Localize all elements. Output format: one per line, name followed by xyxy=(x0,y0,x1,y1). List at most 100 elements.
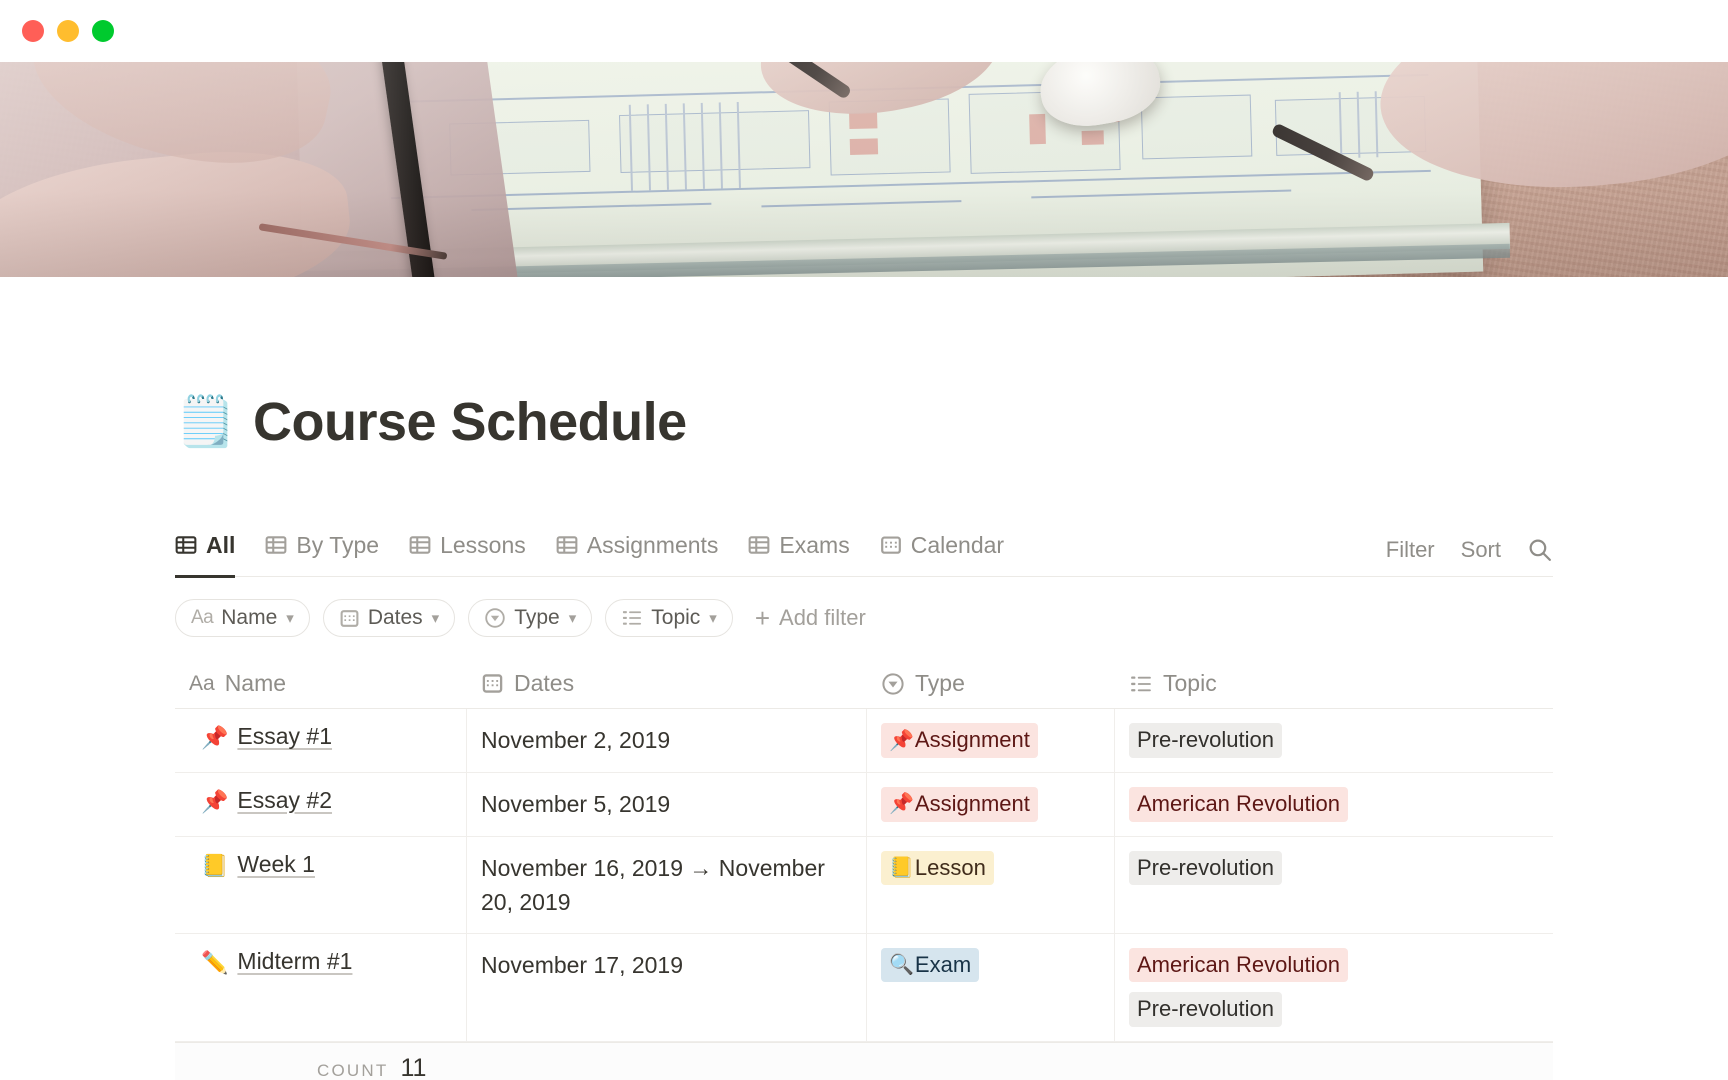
plus-icon: + xyxy=(754,603,771,634)
filter-chip-label: Topic xyxy=(651,606,701,630)
cell-dates[interactable]: November 17, 2019 xyxy=(467,933,867,1041)
table-icon xyxy=(556,534,578,556)
cell-type[interactable]: 📌 Assignment xyxy=(867,709,1115,772)
text-aa-icon: Aa xyxy=(189,671,215,695)
tab-label: Exams xyxy=(779,531,850,558)
table-row[interactable]: ✏️ Midterm #1 November 17, 2019 🔍 Exam A… xyxy=(175,933,1553,1042)
cell-type[interactable]: 📌 Assignment xyxy=(867,772,1115,836)
cell-name[interactable]: 📌 Essay #1 xyxy=(175,709,467,772)
cell-topic[interactable]: American Revolution xyxy=(1115,773,1553,836)
calendar-icon xyxy=(339,608,360,629)
text-aa-icon: Aa xyxy=(191,607,214,629)
column-header-type[interactable]: Type xyxy=(867,659,1115,708)
select-icon xyxy=(484,607,506,629)
type-tag: 📒 Lesson xyxy=(881,850,994,886)
column-header-name[interactable]: Aa Name xyxy=(175,659,467,708)
table-header-row: Aa Name Dates Type Topic xyxy=(175,659,1553,710)
add-filter-label: Add filter xyxy=(779,605,866,631)
date-value: November 5, 2019 xyxy=(481,790,671,817)
cell-dates[interactable]: November 16, 2019 → November 20, 2019 xyxy=(467,836,867,933)
date-value: November 2, 2019 xyxy=(481,727,671,754)
tab-label: All xyxy=(206,531,236,558)
date-value: November 17, 2019 xyxy=(481,951,684,978)
minimize-window-button[interactable] xyxy=(57,20,79,42)
topic-tag: American Revolution xyxy=(1129,786,1348,822)
filter-chip-topic[interactable]: Topic ▾ xyxy=(605,599,733,638)
tab-exams[interactable]: Exams xyxy=(748,525,850,576)
topic-tag: Pre-revolution xyxy=(1129,850,1282,886)
multi-select-icon xyxy=(1129,672,1153,696)
type-tag-label: Assignment xyxy=(914,727,1030,753)
ledger-icon: 📒 xyxy=(201,852,229,878)
tab-list: All By Type Lessons Assignments Exams Ca… xyxy=(175,525,1004,578)
cell-name[interactable]: 📌 Essay #2 xyxy=(175,772,467,836)
tab-all[interactable]: All xyxy=(175,525,236,578)
close-window-button[interactable] xyxy=(22,20,44,42)
cell-dates[interactable]: November 5, 2019 xyxy=(467,772,867,836)
pushpin-icon: 📌 xyxy=(889,729,914,752)
cell-type[interactable]: 🔍 Exam xyxy=(867,933,1115,1041)
cell-name[interactable]: ✏️ Midterm #1 xyxy=(175,933,467,1041)
tab-calendar[interactable]: Calendar xyxy=(880,525,1004,576)
select-icon xyxy=(881,672,905,696)
tab-assignments[interactable]: Assignments xyxy=(556,525,719,576)
type-tag-label: Exam xyxy=(914,951,972,977)
cell-topic[interactable]: Pre-revolution xyxy=(1115,709,1553,772)
cell-topic[interactable]: Pre-revolution xyxy=(1115,837,1553,933)
cell-name[interactable]: 📒 Week 1 xyxy=(175,836,467,933)
cell-type[interactable]: 📒 Lesson xyxy=(867,836,1115,933)
table-icon xyxy=(175,534,197,556)
magnifier-icon: 🔍 xyxy=(889,953,914,976)
tab-label: Assignments xyxy=(586,531,719,558)
table-row[interactable]: 📒 Week 1 November 16, 2019 → November 20… xyxy=(175,836,1553,934)
count-value: 11 xyxy=(400,1053,427,1080)
type-tag-label: Lesson xyxy=(914,854,986,880)
spiral-calendar-icon[interactable]: 🗒️ xyxy=(175,397,236,447)
chevron-down-icon: ▾ xyxy=(709,610,717,628)
page-body: 🗒️ Course Schedule All By Type Lessons A… xyxy=(0,355,1728,1080)
chevron-down-icon: ▾ xyxy=(431,610,440,628)
chevron-down-icon: ▾ xyxy=(568,610,577,628)
cell-dates[interactable]: November 2, 2019 xyxy=(467,709,867,772)
tab-label: Calendar xyxy=(910,531,1005,558)
column-header-topic[interactable]: Topic xyxy=(1115,659,1553,708)
pushpin-icon: 📌 xyxy=(201,725,229,751)
add-filter-button[interactable]: + Add filter xyxy=(755,605,866,631)
row-title-link[interactable]: Essay #2 xyxy=(237,787,332,814)
table-footer: Count 11 xyxy=(175,1041,1553,1080)
search-icon[interactable] xyxy=(1527,537,1553,563)
column-header-label: Type xyxy=(915,670,965,697)
tab-by-type[interactable]: By Type xyxy=(265,525,379,576)
maximize-window-button[interactable] xyxy=(92,20,114,42)
table-row[interactable]: 📌 Essay #1 November 2, 2019 📌 Assignment… xyxy=(175,709,1553,773)
sort-button[interactable]: Sort xyxy=(1461,537,1501,563)
window-titlebar xyxy=(0,0,1728,62)
pencil-icon: ✏️ xyxy=(201,949,229,975)
tab-lessons[interactable]: Lessons xyxy=(409,525,526,576)
column-header-dates[interactable]: Dates xyxy=(467,659,867,708)
filter-chip-type[interactable]: Type ▾ xyxy=(468,599,593,638)
pushpin-icon: 📌 xyxy=(889,793,914,816)
tab-label: By Type xyxy=(296,531,380,558)
tab-label: Lessons xyxy=(440,531,526,558)
cell-topic[interactable]: American Revolution Pre-revolution xyxy=(1115,934,1553,1041)
table-icon xyxy=(265,534,287,556)
calendar-icon xyxy=(880,534,902,556)
calendar-icon xyxy=(481,672,504,695)
type-tag-label: Assignment xyxy=(914,790,1030,816)
column-header-label: Dates xyxy=(514,670,575,697)
filter-chip-name[interactable]: Aa Name ▾ xyxy=(175,599,310,638)
row-title-link[interactable]: Week 1 xyxy=(237,851,315,878)
count-summary[interactable]: Count 11 xyxy=(175,1054,426,1080)
filter-chip-dates[interactable]: Dates ▾ xyxy=(322,599,456,638)
page-cover-image xyxy=(0,62,1728,277)
table-row[interactable]: 📌 Essay #2 November 5, 2019 📌 Assignment… xyxy=(175,772,1553,837)
page-title: Course Schedule xyxy=(253,392,687,453)
table-icon xyxy=(748,534,770,556)
filter-button[interactable]: Filter xyxy=(1386,537,1435,563)
row-title-link[interactable]: Midterm #1 xyxy=(237,948,352,975)
row-title-link[interactable]: Essay #1 xyxy=(237,723,332,750)
app-window: 🗒️ Course Schedule All By Type Lessons A… xyxy=(0,0,1728,1080)
topic-tag: American Revolution xyxy=(1129,947,1348,983)
type-tag: 📌 Assignment xyxy=(881,723,1038,758)
